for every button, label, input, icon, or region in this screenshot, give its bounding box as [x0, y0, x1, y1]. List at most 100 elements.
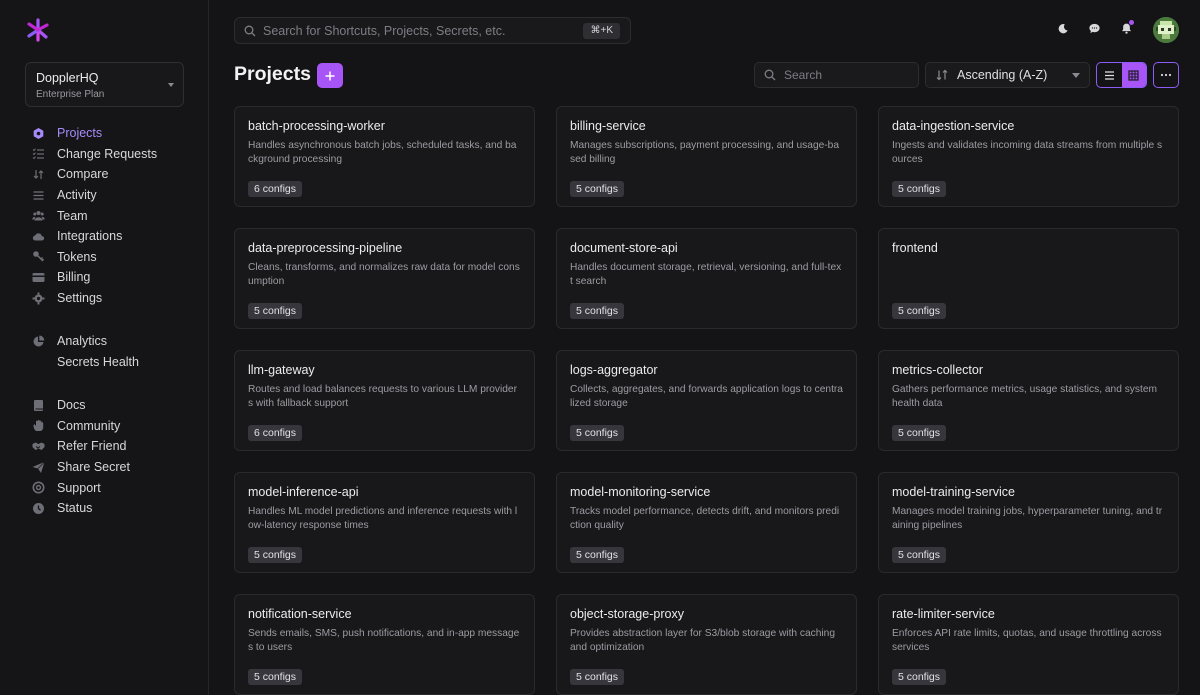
sidebar-item-label: Analytics	[57, 334, 108, 349]
search-placeholder: Search for Shortcuts, Projects, Secrets,…	[263, 23, 506, 38]
project-description: Ingests and validates incoming data stre…	[892, 140, 1163, 165]
project-card[interactable]: rate-limiter-service Enforces API rate li…	[878, 594, 1179, 695]
project-search-input[interactable]: Search	[754, 62, 919, 88]
project-card[interactable]: notification-service Sends emails, SMS, p…	[234, 594, 535, 695]
project-card[interactable]: llm-gateway Routes and load balances requ…	[234, 350, 535, 451]
sidebar-item-billing[interactable]: Billing	[30, 267, 200, 288]
hexagon-icon	[30, 126, 46, 140]
project-name: data-ingestion-service	[892, 119, 1015, 133]
sort-icon	[936, 69, 948, 81]
sidebar-item-label: Tokens	[57, 249, 97, 264]
list-view-button[interactable]	[1097, 63, 1122, 87]
project-name: object-storage-proxy	[570, 607, 684, 621]
project-description: Sends emails, SMS, push notifications, a…	[248, 628, 520, 653]
project-card[interactable]: batch-processing-worker Handles asynchron…	[234, 106, 535, 207]
sidebar-item-label: Billing	[57, 270, 91, 285]
project-card[interactable]: model-training-service Manages model trai…	[878, 472, 1179, 573]
sidebar-item-label: Refer Friend	[57, 439, 127, 454]
org-selector[interactable]: DopplerHQ Enterprise Plan	[25, 62, 184, 107]
project-name: batch-processing-worker	[248, 119, 385, 133]
project-card[interactable]: billing-service Manages subscriptions, pa…	[556, 106, 857, 207]
nav-tertiary: Docs Community Refer Friend Share Secret Sup…	[30, 395, 200, 519]
configs-badge: 5 configs	[570, 303, 625, 319]
sidebar-item-label: Support	[57, 480, 101, 495]
hand-wave-icon	[30, 419, 46, 433]
project-name: logs-aggregator	[570, 363, 658, 377]
cloud-icon	[30, 229, 46, 243]
shortcut-badge: ⌘+K	[583, 23, 620, 39]
moon-icon[interactable]	[1054, 20, 1070, 36]
sidebar-item-settings[interactable]: Settings	[30, 288, 200, 309]
project-description: Provides abstraction layer for S3/blob s…	[570, 628, 836, 653]
doppler-logo-icon[interactable]	[24, 16, 52, 44]
org-name: DopplerHQ	[36, 71, 99, 85]
sidebar: DopplerHQ Enterprise Plan Projects Change…	[0, 0, 209, 695]
sidebar-item-share-secret[interactable]: Share Secret	[30, 457, 200, 478]
sidebar-item-integrations[interactable]: Integrations	[30, 226, 200, 247]
sidebar-item-change-requests[interactable]: Change Requests	[30, 144, 200, 165]
project-card[interactable]: document-store-api Handles document stora…	[556, 228, 857, 329]
sidebar-item-label: Docs	[57, 398, 86, 413]
project-card[interactable]: data-ingestion-service Ingests and valida…	[878, 106, 1179, 207]
configs-badge: 5 configs	[892, 425, 947, 441]
project-name: billing-service	[570, 119, 646, 133]
project-description: Routes and load balances requests to var…	[248, 384, 517, 409]
search-icon	[764, 69, 776, 81]
project-card[interactable]: data-preprocessing-pipeline Cleans, trans…	[234, 228, 535, 329]
status-clock-icon	[30, 501, 46, 515]
sidebar-item-community[interactable]: Community	[30, 416, 200, 437]
gear-icon	[30, 291, 46, 305]
view-toggle	[1096, 62, 1147, 88]
sidebar-item-analytics[interactable]: Analytics	[30, 331, 200, 352]
sidebar-item-refer-friend[interactable]: Refer Friend	[30, 436, 200, 457]
more-options-button[interactable]	[1153, 62, 1179, 88]
configs-badge: 6 configs	[248, 181, 303, 197]
project-name: metrics-collector	[892, 363, 983, 377]
sidebar-item-label: Activity	[57, 188, 97, 203]
team-icon	[30, 209, 46, 223]
global-search-input[interactable]: Search for Shortcuts, Projects, Secrets,…	[234, 17, 631, 44]
configs-badge: 5 configs	[892, 181, 947, 197]
sidebar-item-docs[interactable]: Docs	[30, 395, 200, 416]
sidebar-item-label: Integrations	[57, 229, 123, 244]
sidebar-item-projects[interactable]: Projects	[30, 123, 200, 144]
nav-secondary: Analytics Secrets Health	[30, 331, 200, 372]
grid-view-button[interactable]	[1121, 63, 1146, 87]
activity-list-icon	[30, 188, 46, 202]
project-name: data-preprocessing-pipeline	[248, 241, 403, 255]
project-card[interactable]: frontend 5 configs	[878, 228, 1179, 329]
sidebar-item-support[interactable]: Support	[30, 477, 200, 498]
sort-select[interactable]: Ascending (A-Z)	[925, 62, 1090, 88]
project-name: frontend	[892, 241, 938, 255]
grid-icon	[1128, 69, 1139, 81]
add-project-button[interactable]	[317, 63, 343, 88]
chevron-down-icon	[1072, 73, 1080, 78]
project-name: model-inference-api	[248, 485, 359, 499]
project-card[interactable]: metrics-collector Gathers performance met…	[878, 350, 1179, 451]
project-name: document-store-api	[570, 241, 678, 255]
project-card[interactable]: model-monitoring-service Tracks model per…	[556, 472, 857, 573]
project-description: Handles asynchronous batch jobs, schedul…	[248, 140, 517, 165]
sidebar-item-tokens[interactable]: Tokens	[30, 247, 200, 268]
sidebar-item-label: Team	[57, 208, 88, 223]
project-description: Cleans, transforms, and normalizes raw d…	[248, 262, 520, 287]
sidebar-item-label: Status	[57, 501, 93, 516]
configs-badge: 5 configs	[248, 303, 303, 319]
configs-badge: 5 configs	[570, 181, 625, 197]
project-card[interactable]: object-storage-proxy Provides abstraction…	[556, 594, 857, 695]
configs-badge: 5 configs	[248, 669, 303, 685]
project-card[interactable]: logs-aggregator Collects, aggregates, and…	[556, 350, 857, 451]
project-description: Collects, aggregates, and forwards appli…	[570, 384, 843, 409]
chat-icon[interactable]	[1086, 20, 1102, 36]
project-description: Manages model training jobs, hyperparame…	[892, 506, 1163, 531]
project-card[interactable]: model-inference-api Handles ML model pred…	[234, 472, 535, 573]
configs-badge: 5 configs	[570, 425, 625, 441]
avatar[interactable]	[1153, 17, 1179, 43]
sidebar-item-compare[interactable]: Compare	[30, 164, 200, 185]
sidebar-item-team[interactable]: Team	[30, 205, 200, 226]
project-grid: batch-processing-worker Handles asynchron…	[234, 106, 1179, 695]
sidebar-item-activity[interactable]: Activity	[30, 185, 200, 206]
configs-badge: 6 configs	[248, 425, 303, 441]
sidebar-item-status[interactable]: Status	[30, 498, 200, 519]
sidebar-item-secrets-health[interactable]: Secrets Health	[30, 352, 200, 373]
